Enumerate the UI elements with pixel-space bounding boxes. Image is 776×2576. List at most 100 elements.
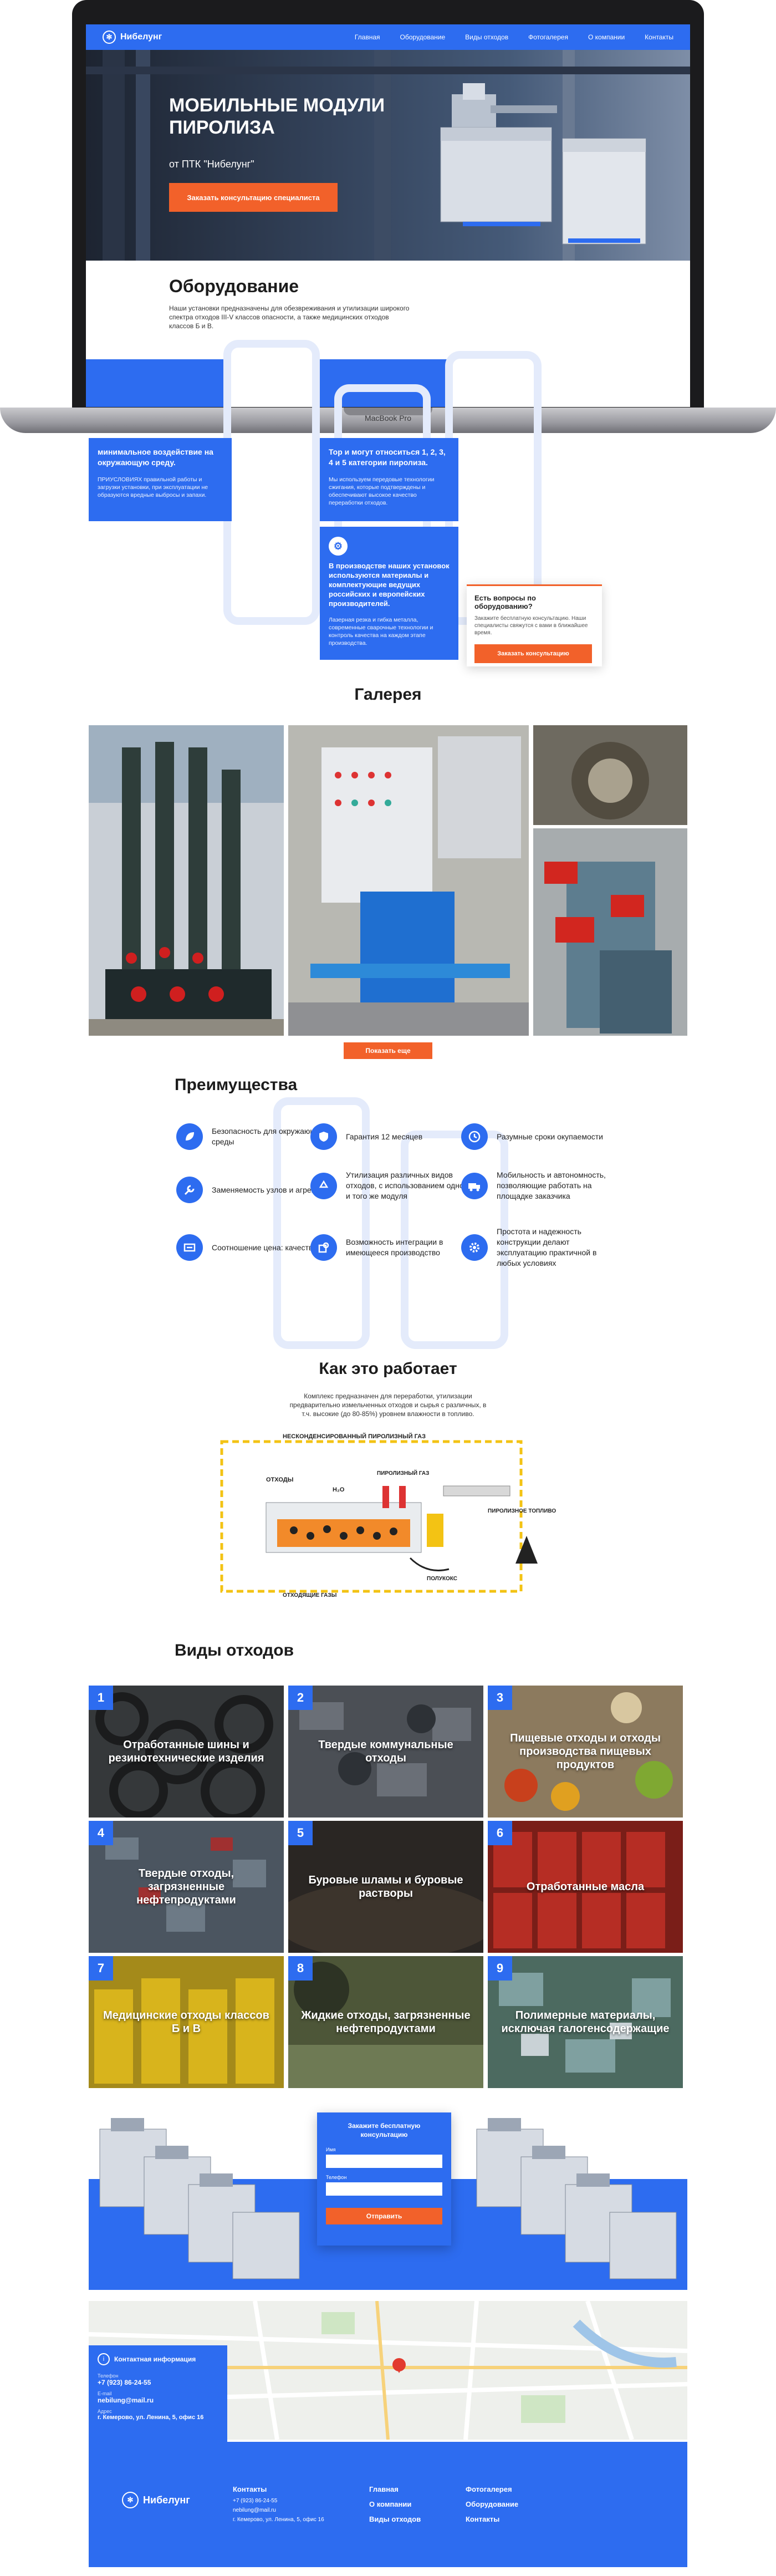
diagram-label-fuel: ПИРОЛИЗНОЕ ТОПЛИВО — [488, 1508, 556, 1514]
footer-link-about[interactable]: О компании — [369, 2500, 421, 2508]
question-text: Закажите бесплатную консультацию. Наши с… — [474, 615, 588, 636]
waste-tile-label: Пищевые отходы и отходы производства пищ… — [510, 1732, 661, 1771]
waste-tile-label: Полимерные материалы, исключая галогенсо… — [501, 2009, 670, 2035]
nav-item-contacts[interactable]: Контакты — [645, 33, 673, 41]
factory-icon: ⚙ — [329, 537, 348, 556]
equipment-card-2: Тор и могут относиться 1, 2, 3, 4 и 5 ка… — [320, 438, 458, 521]
nav-item-gallery[interactable]: Фотогалерея — [528, 33, 568, 41]
advantage-item: Простота и надежность конструкции делают… — [461, 1226, 622, 1269]
phone-label: Телефон — [326, 2175, 347, 2180]
name-input[interactable] — [326, 2155, 442, 2168]
waste-tile-label: Отработанные масла — [526, 1881, 645, 1893]
nav-item-about[interactable]: О компании — [588, 33, 625, 41]
truck-icon — [461, 1172, 488, 1199]
question-cta-button[interactable]: Заказать консультацию — [474, 644, 592, 663]
waste-tile-5[interactable]: 5 Буровые шламы и буровые растворы — [288, 1821, 483, 1953]
form-title: Закажите бесплатную консультацию — [348, 2122, 421, 2139]
footer-phone[interactable]: +7 (923) 86-24-55 — [233, 2498, 324, 2504]
advantage-item: Мобильность и автономность, позволяющие … — [461, 1170, 622, 1202]
waste-tile-3[interactable]: 3 Пищевые отходы и отходы производства п… — [488, 1686, 683, 1818]
waste-tile-label: Отработанные шины и резинотехнические из… — [108, 1739, 264, 1764]
contacts-phone[interactable]: +7 (923) 86-24-55 — [98, 2379, 218, 2386]
diagram-label-waste: ОТХОДЫ — [266, 1477, 294, 1483]
footer-logo-text: Нибелунг — [143, 2494, 190, 2506]
leaf-icon — [176, 1123, 203, 1150]
equipment-intro: Наши установки предназначены для обезвре… — [169, 304, 410, 330]
waste-tile-7[interactable]: 7 Медицинские отходы классов Б и В — [89, 1956, 284, 2088]
nav-item-home[interactable]: Главная — [355, 33, 380, 41]
diagram-label-semicoke: ПОЛУКОКС — [427, 1576, 457, 1582]
recycle-icon — [310, 1172, 337, 1199]
advantage-text: Мобильность и автономность, позволяющие … — [497, 1170, 606, 1200]
question-box: Есть вопросы по оборудованию? Закажите б… — [467, 584, 602, 666]
footer-contacts-title: Контакты — [233, 2485, 267, 2493]
equipment-card-preview-1 — [86, 359, 224, 407]
email-caption: E-mail — [98, 2391, 112, 2396]
footer-link-waste[interactable]: Виды отходов — [369, 2515, 421, 2523]
waste-tile-4[interactable]: 4 Твердые отходы, загрязненные нефтепрод… — [89, 1821, 284, 1953]
hero-subtitle: от ПТК "Нибелунг" — [169, 159, 254, 170]
contacts-card: i Контактная информация Телефон +7 (923)… — [89, 2345, 227, 2442]
laptop-label: MacBook Pro — [364, 414, 412, 422]
advantages-title: Преимущества — [175, 1076, 298, 1094]
nav-item-equipment[interactable]: Оборудование — [400, 33, 446, 41]
advantage-text: Простота и надежность конструкции делают… — [497, 1227, 597, 1267]
footer-links-1: Главная О компании Виды отходов — [369, 2485, 421, 2523]
diagram-label-gas: НЕСКОНДЕНСИРОВАННЫЙ ПИРОЛИЗНЫЙ ГАЗ — [283, 1433, 426, 1440]
footer-link-gallery[interactable]: Фотогалерея — [466, 2485, 518, 2493]
top-nav: ✻ Нибелунг Главная Оборудование Виды отх… — [86, 24, 690, 50]
waste-tile-label: Жидкие отходы, загрязненные нефтепродукт… — [301, 2009, 471, 2035]
advantage-text: Гарантия 12 месяцев — [346, 1132, 423, 1141]
phone-input[interactable] — [326, 2182, 442, 2196]
equipment-card-2-text: Мы используем передовые технологии сжига… — [329, 476, 435, 506]
snowflake-icon: ✻ — [122, 2492, 139, 2508]
diagram-label-pyrogas: ПИРОЛИЗНЫЙ ГАЗ — [377, 1469, 429, 1477]
pyrolysis-machine-image — [440, 83, 646, 245]
waste-tile-label: Твердые отходы, загрязненные нефтепродук… — [136, 1867, 236, 1906]
gallery-photo-red-burners — [533, 828, 687, 1036]
scale-icon — [176, 1234, 203, 1261]
consult-form: Закажите бесплатную консультацию Имя Тел… — [317, 2112, 451, 2246]
shield-icon — [310, 1123, 337, 1150]
advantage-item: Утилизация различных видов отходов, с ис… — [310, 1170, 471, 1202]
waste-title: Виды отходов — [175, 1641, 294, 1659]
pyrolysis-process-diagram: НЕСКОНДЕНСИРОВАННЫЙ ПИРОЛИЗНЫЙ ГАЗ ОТХОД… — [220, 1433, 556, 1598]
waste-tile-2[interactable]: 2 Твердые коммунальные отходы — [288, 1686, 483, 1818]
advantage-text: Утилизация различных видов отходов, с ис… — [346, 1170, 471, 1200]
contacts-email[interactable]: nebilung@mail.ru — [98, 2396, 218, 2404]
footer: ✻ Нибелунг Контакты +7 (923) 86-24-55 ne… — [89, 2442, 687, 2567]
submit-button[interactable]: Отправить — [326, 2208, 442, 2224]
gallery-photo-burner — [533, 725, 687, 825]
footer-logo[interactable]: ✻ Нибелунг — [122, 2492, 190, 2508]
footer-link-home[interactable]: Главная — [369, 2485, 421, 2493]
waste-tile-8[interactable]: 8 Жидкие отходы, загрязненные нефтепроду… — [288, 1956, 483, 2088]
waste-tile-1[interactable]: 1 Отработанные шины и резинотехнические … — [89, 1686, 284, 1818]
equipment-card-1-text: ПРИУСЛОВИЯХ правильной работы и загрузки… — [98, 476, 208, 498]
advantage-text: Возможность интеграции в имеющееся произ… — [346, 1238, 443, 1257]
puzzle-icon — [310, 1234, 337, 1261]
logo[interactable]: ✻ Нибелунг — [103, 30, 162, 44]
nav-item-waste[interactable]: Виды отходов — [465, 33, 508, 41]
footer-email[interactable]: nebilung@mail.ru — [233, 2507, 324, 2513]
how-title: Как это работает — [319, 1360, 457, 1378]
diagram-label-water: H₂O — [333, 1486, 345, 1493]
footer-address: г. Кемерово, ул. Ленина, 5, офис 16 — [233, 2517, 324, 2523]
phone-caption: Телефон — [98, 2373, 119, 2379]
question-title: Есть вопросы по оборудованию? — [474, 594, 536, 610]
hero-cta-button[interactable]: Заказать консультацию специалиста — [169, 183, 338, 212]
waste-tile-9[interactable]: 9 Полимерные материалы, исключая галоген… — [488, 1956, 683, 2088]
address-caption: Адрес — [98, 2409, 112, 2414]
advantage-item: Возможность интеграции в имеющееся произ… — [310, 1234, 471, 1261]
equipment-card-3-text: Лазерная резка и гибка металла, современ… — [329, 617, 433, 646]
equipment-card-1-head: минимальное воздействие на окружающую ср… — [98, 447, 213, 467]
name-label: Имя — [326, 2147, 336, 2152]
contacts-title: Контактная информация — [114, 2355, 196, 2363]
waste-tile-6[interactable]: 6 Отработанные масла — [488, 1821, 683, 1953]
footer-link-equipment[interactable]: Оборудование — [466, 2500, 518, 2508]
gallery-more-button[interactable]: Показать еще — [344, 1042, 432, 1059]
hero-title: МОБИЛЬНЫЕ МОДУЛИ ПИРОЛИЗА — [169, 95, 385, 138]
equipment-title: Оборудование — [169, 276, 299, 296]
equipment-card-3: ⚙ В производстве наших установок использ… — [320, 527, 458, 660]
footer-link-contacts[interactable]: Контакты — [466, 2515, 518, 2523]
footer-links-2: Фотогалерея Оборудование Контакты — [466, 2485, 518, 2523]
